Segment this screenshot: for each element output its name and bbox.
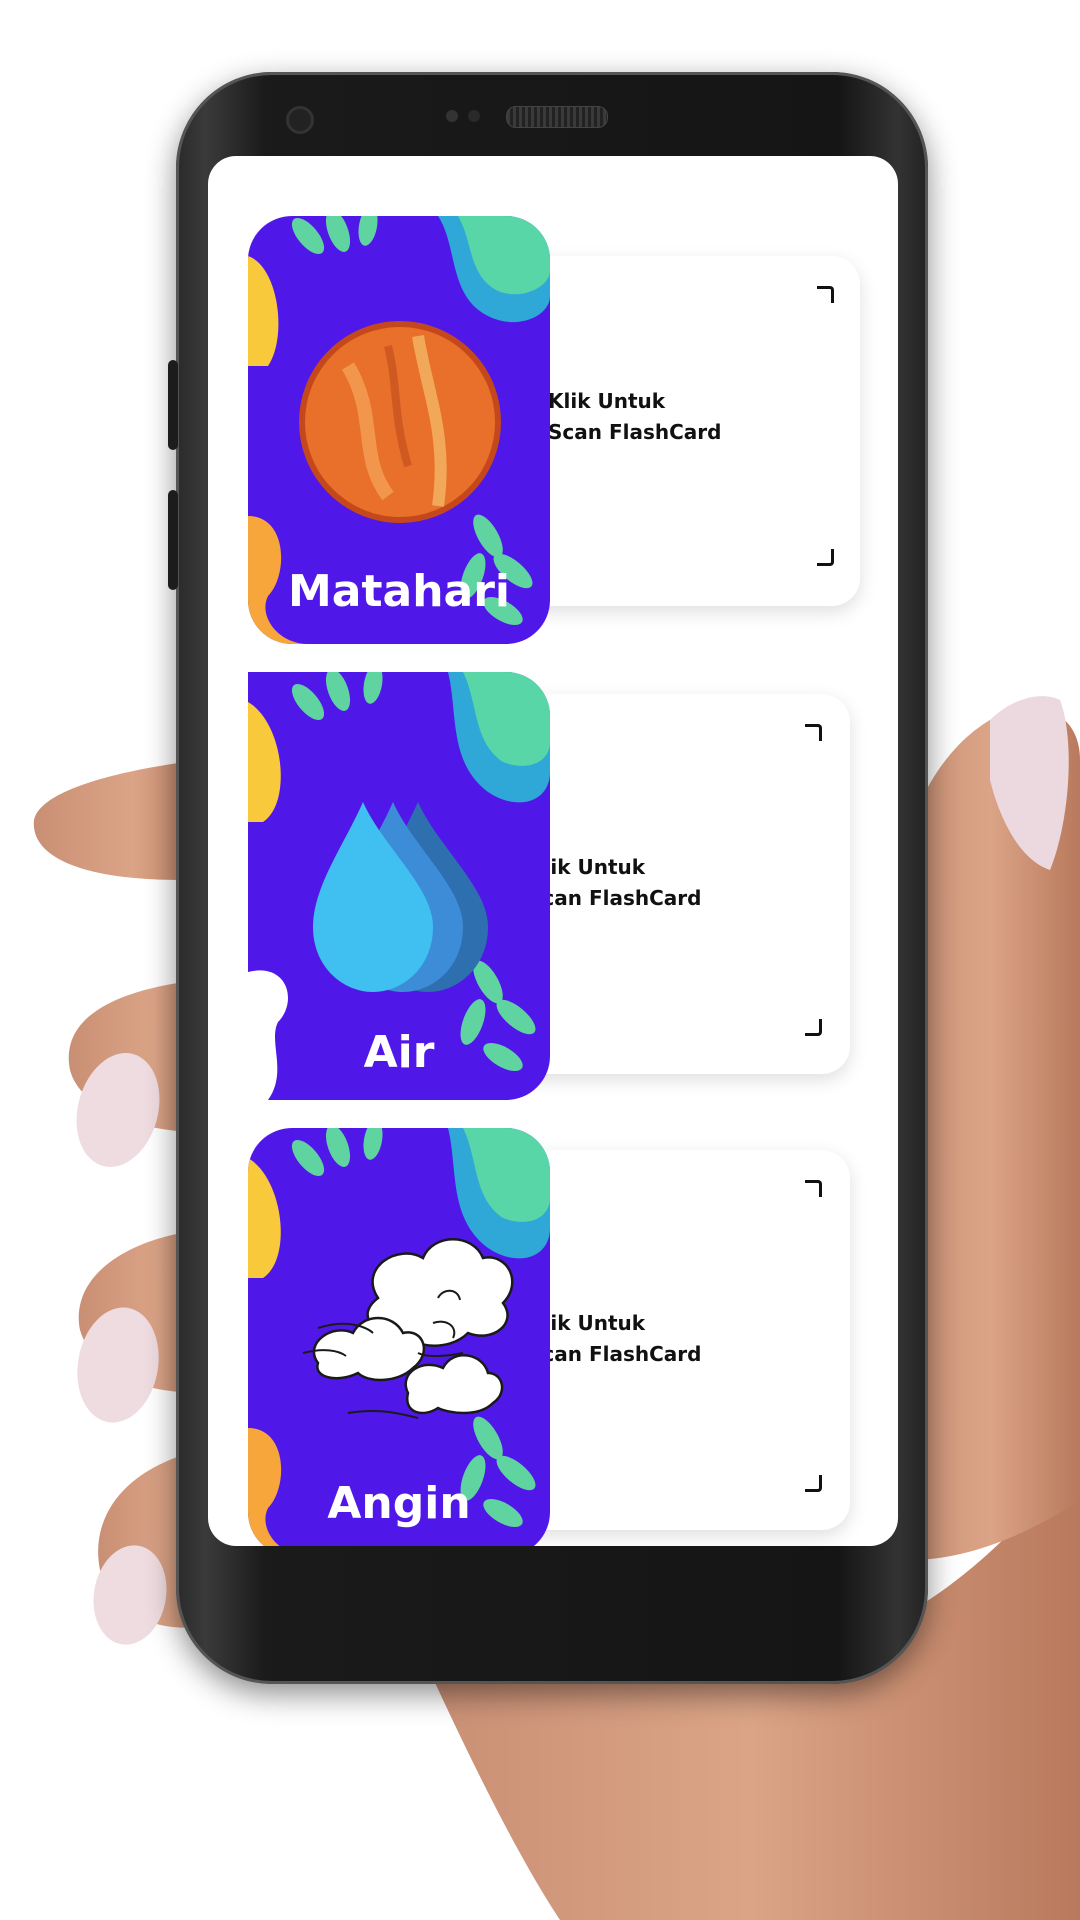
light-sensor (468, 110, 480, 122)
front-camera (286, 106, 314, 134)
scan-corner-top-right (817, 286, 834, 303)
earpiece-speaker (506, 106, 608, 128)
app-screen: Klik Untuk Scan FlashCard Matahari Klik … (208, 156, 898, 1546)
scan-label: Klik Untuk Scan FlashCard (528, 852, 701, 914)
flashcard-matahari[interactable]: Matahari (248, 216, 550, 644)
proximity-sensor (446, 110, 458, 122)
flashcard-angin[interactable]: Angin (248, 1128, 550, 1546)
scan-label-line1: Klik Untuk (548, 389, 666, 413)
volume-down-button (168, 490, 178, 590)
flashcard-row: Klik Untuk Scan FlashCard (208, 216, 898, 656)
scan-corner-top-right (805, 1180, 822, 1197)
flashcard-row: Klik Untuk Scan FlashCard (208, 672, 898, 1112)
flashcard-air[interactable]: Air (248, 672, 550, 1100)
scan-label-line2: Scan FlashCard (528, 886, 702, 910)
scan-label-line2: Scan FlashCard (528, 1342, 702, 1366)
scan-label: Klik Untuk Scan FlashCard (528, 1308, 701, 1370)
flashcard-title: Matahari (288, 566, 510, 617)
volume-up-button (168, 360, 178, 450)
scan-corner-top-right (805, 724, 822, 741)
scan-corner-bottom-right (805, 1019, 822, 1036)
flashcard-title: Angin (327, 1478, 471, 1529)
scan-label-line2: Scan FlashCard (548, 420, 722, 444)
scan-label: Klik Untuk Scan FlashCard (548, 386, 721, 448)
scan-label-line1: Klik Untuk (528, 855, 646, 879)
scan-label-line1: Klik Untuk (528, 1311, 646, 1335)
scan-corner-bottom-right (805, 1475, 822, 1492)
flashcard-row: Klik Untuk Scan FlashCard (208, 1128, 898, 1546)
flashcard-title: Air (363, 1027, 435, 1078)
scan-corner-bottom-right (817, 549, 834, 566)
